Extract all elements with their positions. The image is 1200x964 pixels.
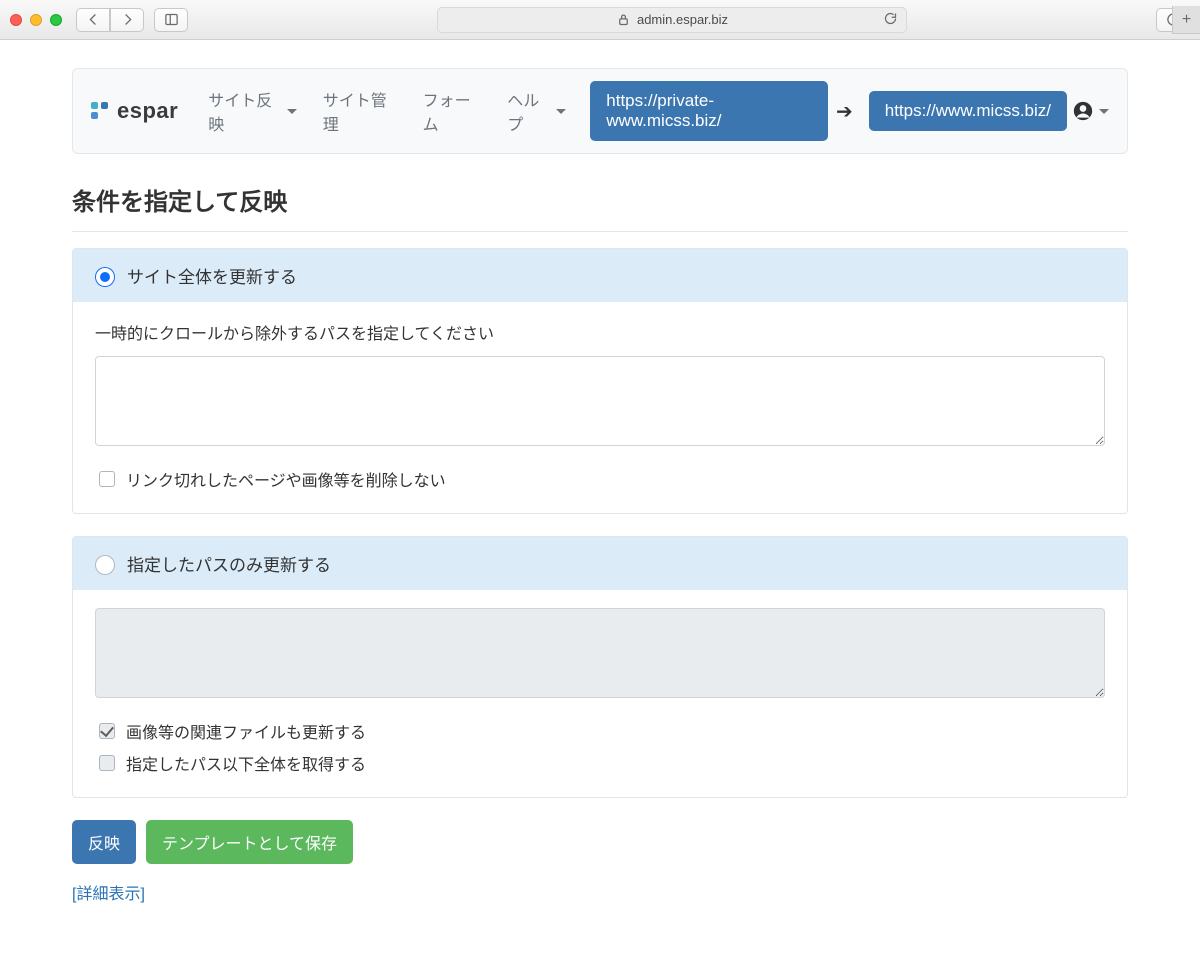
reload-button[interactable] — [883, 11, 898, 29]
nav-site-reflect[interactable]: サイト反映 — [198, 79, 307, 143]
close-window-icon[interactable] — [10, 14, 22, 26]
source-site-chip[interactable]: https://private-www.micss.biz/ — [590, 81, 828, 141]
arrow-right-icon: ➔ — [836, 99, 853, 124]
exclude-paths-textarea[interactable] — [95, 356, 1105, 446]
address-url: admin.espar.biz — [637, 12, 728, 27]
radio-full-site[interactable] — [96, 268, 114, 286]
brand-text: espar — [117, 98, 178, 124]
update-related-files-checkbox[interactable] — [99, 723, 115, 739]
apply-button[interactable]: 反映 — [72, 820, 136, 864]
page-title: 条件を指定して反映 — [72, 182, 1128, 217]
save-template-button[interactable]: テンプレートとして保存 — [146, 820, 353, 864]
nav-help[interactable]: ヘルプ — [497, 79, 576, 143]
radio-specified-paths[interactable] — [96, 556, 114, 574]
new-tab-button[interactable]: + — [1172, 6, 1200, 34]
no-delete-checkbox[interactable] — [99, 471, 115, 487]
caret-down-icon — [287, 109, 297, 114]
window-traffic-lights — [10, 14, 62, 26]
nav-back-forward — [76, 8, 144, 32]
browser-chrome: admin.espar.biz + — [0, 0, 1200, 40]
back-button[interactable] — [76, 8, 110, 32]
nav-form[interactable]: フォーム — [413, 79, 492, 143]
caret-down-icon — [556, 109, 566, 114]
radio-full-site-label: サイト全体を更新する — [127, 263, 297, 288]
brand-mark-icon — [91, 102, 109, 120]
maximize-window-icon[interactable] — [50, 14, 62, 26]
update-related-label: 画像等の関連ファイルも更新する — [126, 719, 366, 743]
sidebar-toggle-button[interactable] — [154, 8, 188, 32]
forward-button[interactable] — [110, 8, 144, 32]
recurse-paths-checkbox[interactable] — [99, 755, 115, 771]
excludes-label: 一時的にクロールから除外するパスを指定してください — [95, 320, 1105, 344]
lock-icon — [616, 12, 631, 27]
advanced-toggle-link[interactable]: [詳細表示] — [72, 880, 1128, 904]
user-menu[interactable] — [1073, 101, 1109, 121]
radio-specified-paths-label: 指定したパスのみ更新する — [127, 551, 331, 576]
divider — [72, 231, 1128, 232]
minimize-window-icon[interactable] — [30, 14, 42, 26]
nav-site-manage[interactable]: サイト管理 — [313, 79, 407, 143]
target-site-chip[interactable]: https://www.micss.biz/ — [869, 91, 1067, 131]
app-navbar: espar サイト反映 サイト管理 フォーム ヘルプ https://priva… — [72, 68, 1128, 154]
caret-down-icon — [1099, 109, 1109, 114]
recurse-paths-label: 指定したパス以下全体を取得する — [126, 751, 366, 775]
no-delete-label: リンク切れしたページや画像等を削除しない — [126, 467, 446, 491]
brand-logo[interactable]: espar — [91, 98, 178, 124]
specified-paths-textarea[interactable] — [95, 608, 1105, 698]
address-bar[interactable]: admin.espar.biz — [437, 7, 907, 33]
panel-full-site: サイト全体を更新する 一時的にクロールから除外するパスを指定してください リンク… — [72, 248, 1128, 514]
user-avatar-icon — [1073, 101, 1093, 121]
panel-specified-paths: 指定したパスのみ更新する 画像等の関連ファイルも更新する 指定したパス以下全体を… — [72, 536, 1128, 798]
